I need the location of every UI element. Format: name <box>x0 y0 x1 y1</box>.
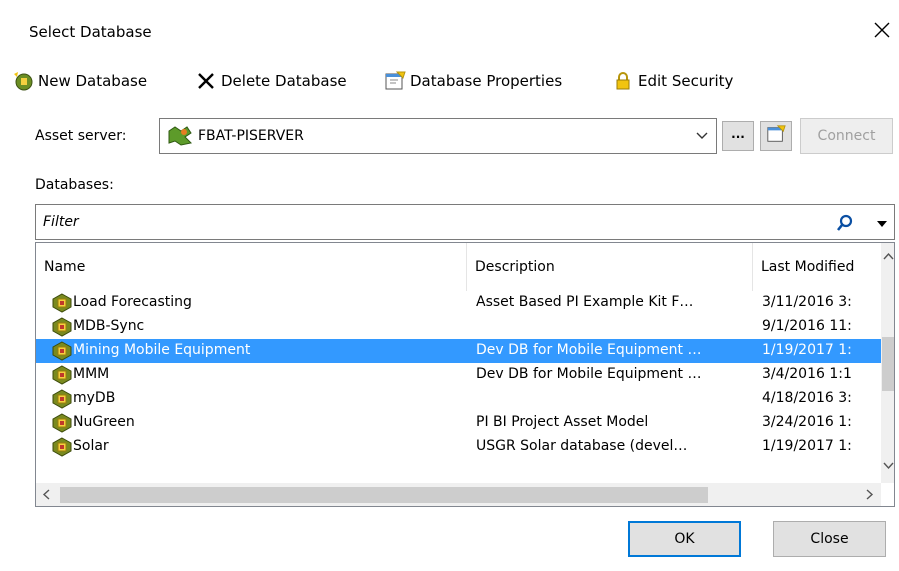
row-name-cell: MMM <box>73 366 110 382</box>
database-properties-button[interactable]: Database Properties <box>384 64 562 98</box>
row-description-cell: Asset Based PI Example Kit F… <box>476 294 694 310</box>
delete-icon <box>195 70 217 92</box>
filter-dropdown-icon[interactable] <box>872 213 892 233</box>
row-name-cell: MDB-Sync <box>73 318 145 334</box>
new-database-button[interactable]: New Database <box>12 64 147 98</box>
close-icon[interactable] <box>866 14 898 46</box>
table-row[interactable]: myDB 4/18/2016 3: <box>36 387 881 411</box>
properties-icon <box>384 70 406 92</box>
asset-server-label: Asset server: <box>35 128 127 144</box>
delete-database-label: Delete Database <box>221 72 347 90</box>
title-bar: Select Database <box>0 0 899 58</box>
database-icon <box>51 365 73 385</box>
connect-label: Connect <box>817 128 876 144</box>
row-description-cell: Dev DB for Mobile Equipment … <box>476 342 702 358</box>
scroll-down-icon[interactable] <box>883 459 894 473</box>
column-header-name[interactable]: Name <box>36 243 467 291</box>
asset-server-row: Asset server: FBAT-PISERVER ... Connect <box>0 118 899 158</box>
vertical-scrollbar[interactable] <box>881 243 894 483</box>
row-name-cell: myDB <box>73 390 116 406</box>
list-header: Name Description Last Modified <box>36 243 881 291</box>
column-header-last-modified[interactable]: Last Modified <box>753 243 881 291</box>
toolbar: New Database Delete Database Database Pr… <box>0 64 899 100</box>
database-properties-label: Database Properties <box>410 72 563 90</box>
table-row[interactable]: Load Forecasting Asset Based PI Example K… <box>36 291 881 315</box>
browse-servers-button[interactable]: ... <box>722 121 754 151</box>
ok-label: OK <box>674 531 695 547</box>
asset-server-value: FBAT-PISERVER <box>198 128 304 144</box>
search-icon[interactable] <box>836 213 856 233</box>
ok-button[interactable]: OK <box>628 521 741 557</box>
edit-security-label: Edit Security <box>638 72 734 90</box>
database-icon <box>51 293 73 313</box>
delete-database-button[interactable]: Delete Database <box>195 64 347 98</box>
row-last-modified-cell: 3/4/2016 1:1 <box>762 366 852 382</box>
close-label: Close <box>810 531 849 547</box>
row-last-modified-cell: 1/19/2017 1: <box>762 342 852 358</box>
row-name-cell: Load Forecasting <box>73 294 192 310</box>
table-row[interactable]: MDB-Sync 9/1/2016 11: <box>36 315 881 339</box>
table-row[interactable]: Mining Mobile Equipment Dev DB for Mobile… <box>36 339 881 363</box>
lock-icon <box>612 70 634 92</box>
row-name-cell: Solar <box>73 438 109 454</box>
select-database-dialog: Select Database New Database Delete Data… <box>0 0 899 571</box>
connect-button: Connect <box>800 118 893 154</box>
table-row[interactable]: MMM Dev DB for Mobile Equipment … 3/4/2016… <box>36 363 881 387</box>
row-last-modified-cell: 9/1/2016 11: <box>762 318 852 334</box>
filter-input[interactable]: Filter <box>35 204 895 240</box>
database-icon <box>51 437 73 457</box>
database-icon <box>51 317 73 337</box>
properties-icon <box>766 124 786 148</box>
database-icon <box>51 389 73 409</box>
row-name-cell: Mining Mobile Equipment <box>73 342 251 358</box>
new-database-icon <box>12 70 34 92</box>
table-row[interactable]: NuGreen PI BI Project Asset Model 3/24/201… <box>36 411 881 435</box>
edit-security-button[interactable]: Edit Security <box>612 64 733 98</box>
chevron-down-icon[interactable] <box>688 119 716 153</box>
scroll-left-icon[interactable] <box>42 489 50 503</box>
column-header-description[interactable]: Description <box>467 243 753 291</box>
row-description-cell: Dev DB for Mobile Equipment … <box>476 366 702 382</box>
horizontal-scrollbar[interactable] <box>36 483 881 506</box>
filter-placeholder: Filter <box>43 214 79 230</box>
close-button[interactable]: Close <box>773 521 886 557</box>
list-rows: Load Forecasting Asset Based PI Example K… <box>36 291 881 481</box>
databases-list[interactable]: Name Description Last Modified Load Fore… <box>35 242 895 507</box>
browse-label: ... <box>731 127 745 141</box>
dialog-title: Select Database <box>29 23 152 41</box>
row-description-cell: USGR Solar database (devel… <box>476 438 688 454</box>
new-database-label: New Database <box>38 72 148 90</box>
server-properties-button[interactable] <box>760 121 792 151</box>
databases-label: Databases: <box>35 177 114 193</box>
table-row[interactable]: Solar USGR Solar database (devel… 1/19/201… <box>36 435 881 459</box>
database-icon <box>51 341 73 361</box>
row-name-cell: NuGreen <box>73 414 135 430</box>
scroll-up-icon[interactable] <box>883 249 894 263</box>
row-last-modified-cell: 3/24/2016 1: <box>762 414 852 430</box>
row-last-modified-cell: 1/19/2017 1: <box>762 438 852 454</box>
server-icon <box>167 125 193 147</box>
row-description-cell: PI BI Project Asset Model <box>476 414 649 430</box>
horizontal-scroll-thumb[interactable] <box>60 487 708 503</box>
scroll-right-icon[interactable] <box>866 489 874 503</box>
vertical-scroll-thumb[interactable] <box>882 337 894 391</box>
database-icon <box>51 413 73 433</box>
row-last-modified-cell: 3/11/2016 3: <box>762 294 852 310</box>
row-last-modified-cell: 4/18/2016 3: <box>762 390 852 406</box>
asset-server-select[interactable]: FBAT-PISERVER <box>159 118 717 154</box>
